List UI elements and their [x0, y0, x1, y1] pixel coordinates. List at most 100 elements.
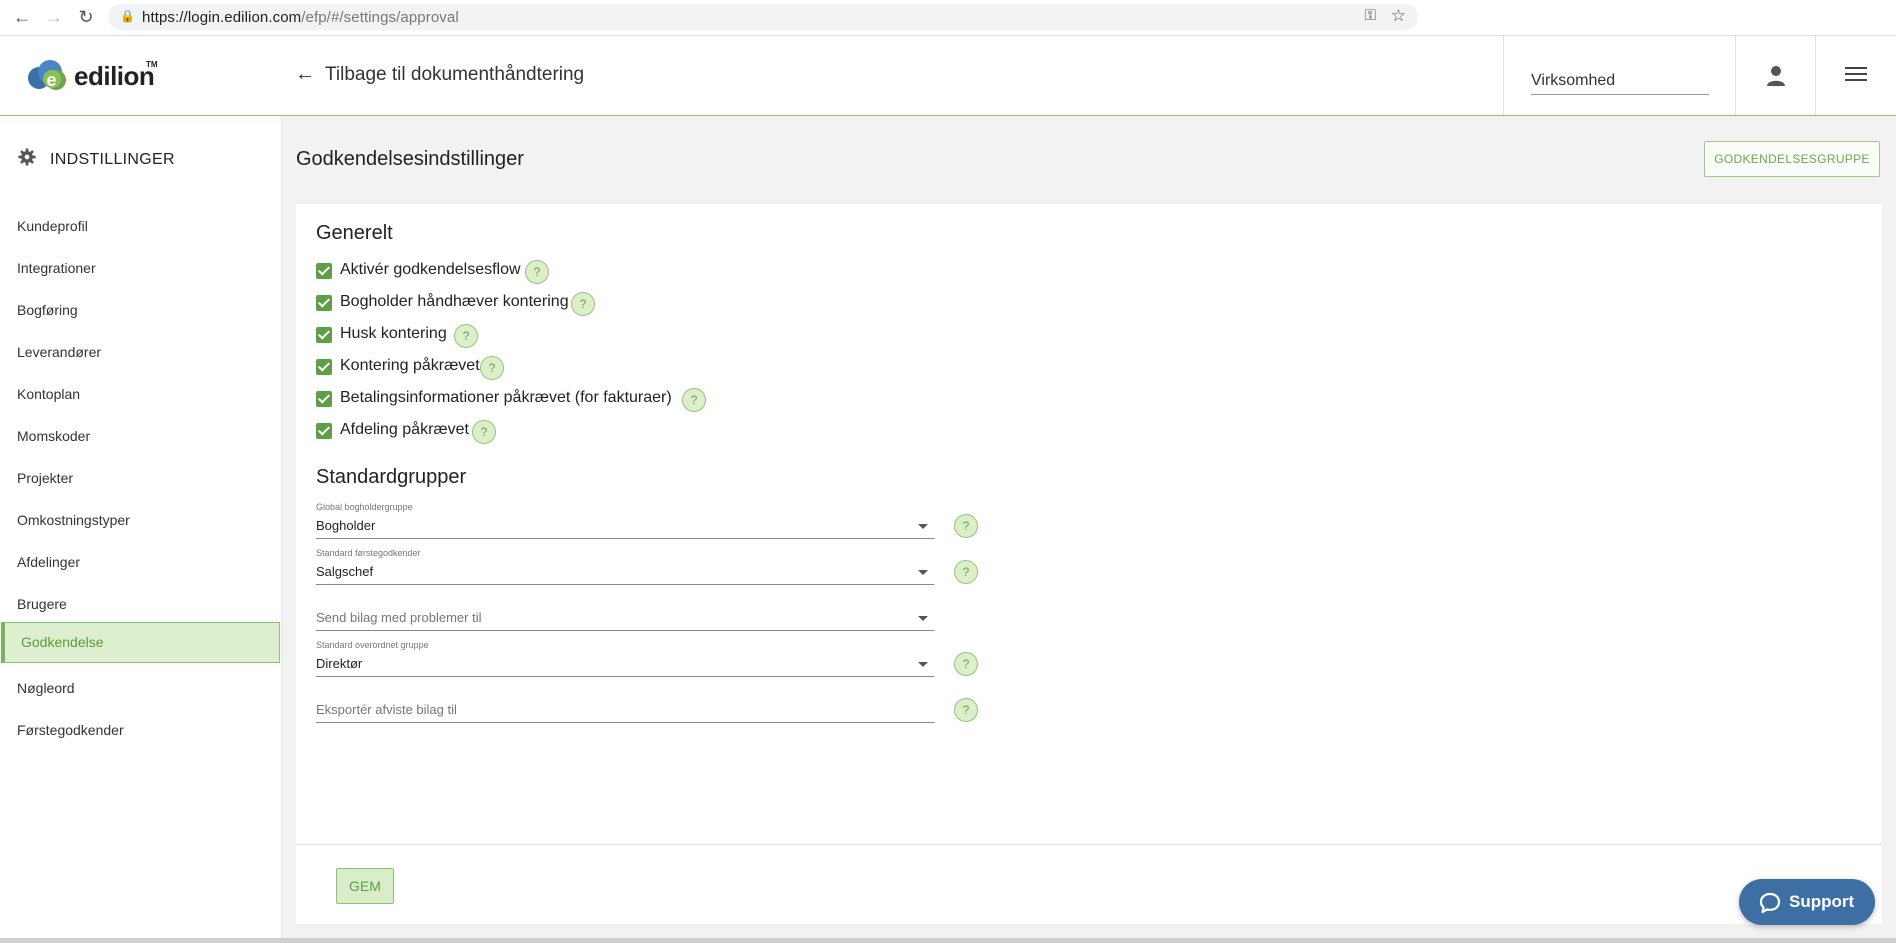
checkbox-label: Aktivér godkendelsesflow	[340, 261, 521, 278]
checkbox-label: Afdeling påkrævet	[340, 421, 469, 438]
sidebar-item-brugere[interactable]: Brugere	[0, 584, 281, 624]
company-select[interactable]: Virksomhed	[1531, 72, 1709, 95]
browser-toolbar: ← → ↻ 🔒 https://login.edilion.com/efp/#/…	[0, 0, 1896, 36]
gear-icon	[18, 148, 36, 166]
url-text: https://login.edilion.com/efp/#/settings…	[142, 9, 459, 26]
checkbox-label: Kontering påkrævet	[340, 357, 480, 374]
help-icon[interactable]: ?	[954, 514, 978, 538]
help-icon[interactable]: ?	[954, 698, 978, 722]
field-label: Standard overordnet gruppe	[316, 640, 429, 650]
help-icon[interactable]: ?	[472, 420, 496, 444]
checkbox-label: Bogholder håndhæver kontering	[340, 293, 569, 310]
hamburger-menu-icon[interactable]	[1845, 64, 1867, 84]
section-title-general: Generelt	[316, 222, 393, 244]
sidebar-item-godkendelse[interactable]: Godkendelse	[1, 622, 280, 663]
field-placeholder: Send bilag med problemer til	[316, 610, 482, 625]
settings-sidebar: INDSTILLINGER Kundeprofil Integrationer …	[0, 116, 282, 938]
sidebar-item-label: Nøgleord	[17, 680, 75, 696]
field-value: Salgschef	[316, 564, 374, 579]
help-icon[interactable]: ?	[682, 388, 706, 412]
field-value: Bogholder	[316, 518, 376, 533]
support-button[interactable]: Support	[1739, 879, 1875, 925]
sidebar-item-label: Kontoplan	[17, 386, 81, 402]
sidebar-title-label: INDSTILLINGER	[50, 151, 175, 168]
help-icon[interactable]: ?	[954, 560, 978, 584]
sidebar-item-leverandorer[interactable]: Leverandører	[0, 332, 281, 372]
cloud-logo-icon: e	[28, 60, 66, 90]
approval-group-button[interactable]: GODKENDELSESGRUPPE	[1704, 141, 1880, 177]
main-content: Godkendelsesindstillinger GODKENDELSESGR…	[282, 116, 1896, 938]
sidebar-item-label: Leverandører	[17, 344, 102, 360]
field-label: Standard førstegodkender	[316, 548, 421, 558]
forward-icon[interactable]: →	[43, 6, 65, 28]
header-divider	[1735, 36, 1736, 115]
caret-down-icon	[918, 662, 928, 667]
chat-bubble-icon	[1759, 892, 1781, 914]
field-label: Global bogholdergruppe	[316, 502, 413, 512]
reload-icon[interactable]: ↻	[75, 6, 97, 28]
caret-down-icon	[918, 524, 928, 529]
checkbox-posting-required[interactable]	[316, 359, 332, 375]
sidebar-item-momskoder[interactable]: Momskoder	[0, 416, 281, 456]
lock-icon: 🔒	[120, 9, 135, 23]
back-to-documents-link[interactable]: ← Tilbage til dokumenthåndtering	[295, 63, 584, 86]
field-placeholder: Eksportér afviste bilag til	[316, 702, 457, 717]
help-icon[interactable]: ?	[954, 652, 978, 676]
sidebar-item-label: Projekter	[17, 470, 74, 486]
help-icon[interactable]: ?	[480, 356, 504, 380]
sidebar-item-label: Momskoder	[17, 428, 91, 444]
sidebar-title: INDSTILLINGER	[18, 148, 175, 169]
sidebar-item-projekter[interactable]: Projekter	[0, 458, 281, 498]
checkbox-remember-posting[interactable]	[316, 327, 332, 343]
standard-parent-group-select[interactable]: Standard overordnet gruppe Direktør	[316, 640, 934, 677]
svg-text:e: e	[47, 70, 57, 90]
page-title: Godkendelsesindstillinger	[296, 148, 524, 170]
sidebar-item-label: Godkendelse	[21, 634, 104, 650]
sidebar-item-noegleord[interactable]: Nøgleord	[0, 668, 281, 708]
sidebar-item-forstegodkender[interactable]: Førstegodkender	[0, 710, 281, 750]
sidebar-item-bogforing[interactable]: Bogføring	[0, 290, 281, 330]
checkbox-label: Husk kontering	[340, 325, 447, 342]
checkbox-activate-approval-flow[interactable]	[316, 263, 332, 279]
sidebar-item-label: Afdelinger	[17, 554, 81, 570]
footer-divider	[296, 844, 1882, 845]
save-button[interactable]: GEM	[336, 868, 394, 904]
address-bar[interactable]: 🔒 https://login.edilion.com/efp/#/settin…	[108, 4, 1418, 30]
back-icon[interactable]: ←	[11, 6, 33, 28]
section-title-standard-groups: Standardgrupper	[316, 466, 467, 488]
header-divider	[1815, 36, 1816, 115]
back-link-label: Tilbage til dokumenthåndtering	[325, 64, 585, 85]
logo-text: edilion	[74, 61, 155, 91]
sidebar-item-label: Omkostningstyper	[17, 512, 130, 528]
sidebar-item-afdelinger[interactable]: Afdelinger	[0, 542, 281, 582]
sidebar-item-label: Førstegodkender	[17, 722, 124, 738]
send-problem-documents-select[interactable]: Send bilag med problemer til	[316, 594, 934, 631]
checkbox-payment-info-required[interactable]	[316, 391, 332, 407]
sidebar-item-integrationer[interactable]: Integrationer	[0, 248, 281, 288]
sidebar-item-label: Kundeprofil	[17, 218, 88, 234]
bookmark-star-icon[interactable]: ☆	[1391, 6, 1406, 26]
help-icon[interactable]: ?	[454, 324, 478, 348]
sidebar-item-kundeprofil[interactable]: Kundeprofil	[0, 206, 281, 246]
key-icon[interactable]: ⚿	[1365, 7, 1376, 24]
arrow-left-icon: ←	[295, 63, 315, 85]
field-value: Direktør	[316, 656, 363, 671]
sidebar-item-omkostningstyper[interactable]: Omkostningstyper	[0, 500, 281, 540]
logo-trademark: TM	[146, 60, 158, 69]
export-rejected-documents-field[interactable]: Eksportér afviste bilag til	[316, 686, 934, 723]
support-label: Support	[1789, 892, 1855, 911]
checkbox-label: Betalingsinformationer påkrævet (for fak…	[340, 389, 672, 406]
settings-card: Generelt Aktivér godkendelsesflow ? Bogh…	[296, 204, 1882, 924]
checkbox-bookkeeper-enforces-posting[interactable]	[316, 295, 332, 311]
sidebar-item-kontoplan[interactable]: Kontoplan	[0, 374, 281, 414]
user-icon[interactable]	[1764, 64, 1788, 88]
help-icon[interactable]: ?	[571, 292, 595, 316]
help-icon[interactable]: ?	[525, 260, 549, 284]
sidebar-item-label: Integrationer	[17, 260, 96, 276]
checkbox-department-required[interactable]	[316, 423, 332, 439]
global-bookkeeper-group-select[interactable]: Global bogholdergruppe Bogholder	[316, 502, 934, 539]
sidebar-item-label: Brugere	[17, 596, 67, 612]
sidebar-item-label: Bogføring	[17, 302, 78, 318]
standard-first-approver-select[interactable]: Standard førstegodkender Salgschef	[316, 548, 934, 585]
caret-down-icon	[918, 616, 928, 621]
